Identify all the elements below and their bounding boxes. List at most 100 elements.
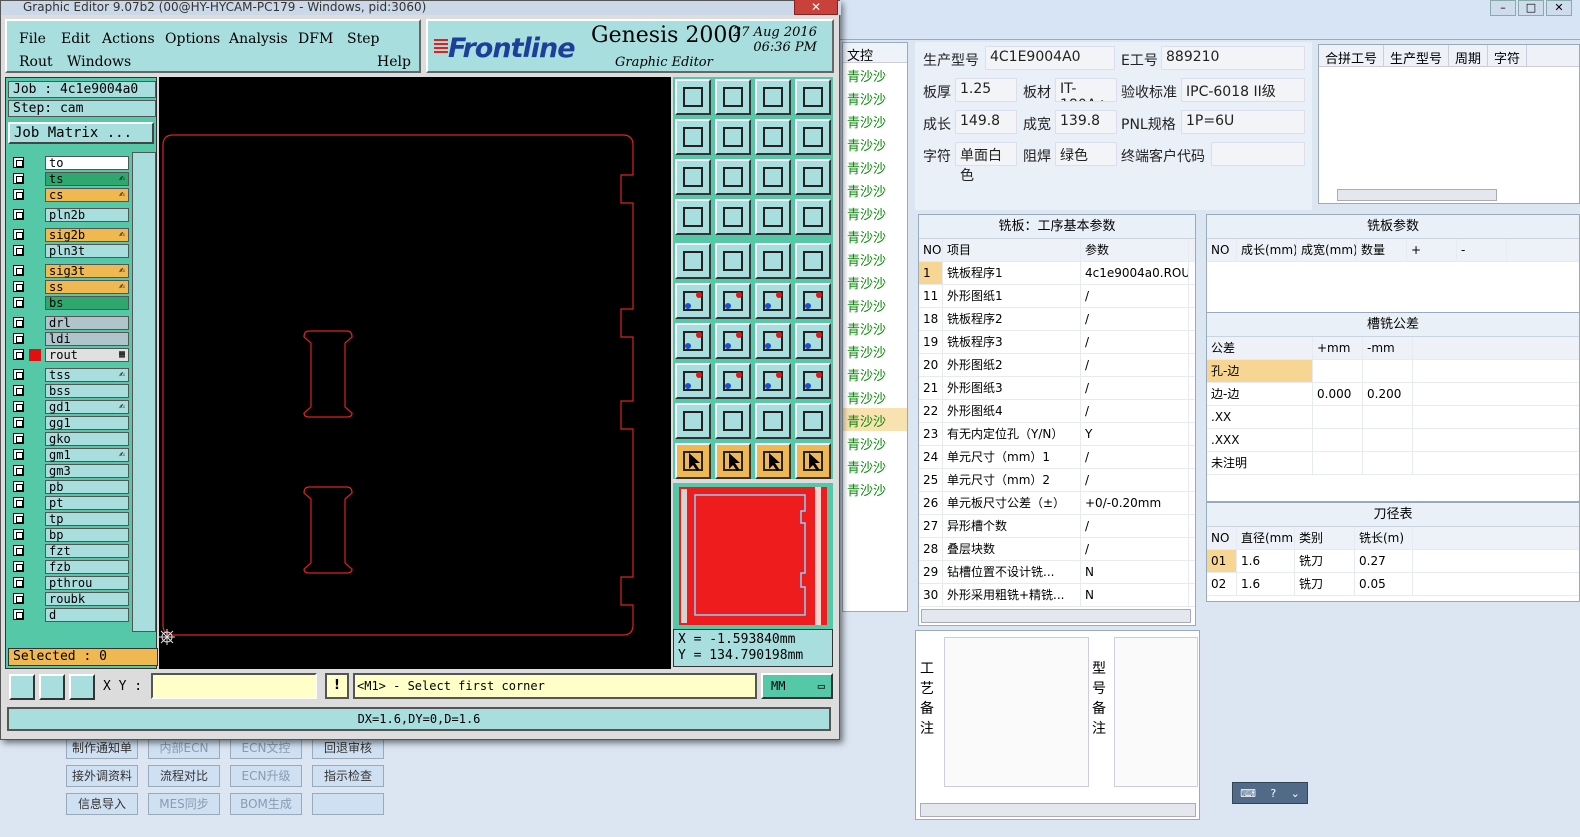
remarks-hscrollbar[interactable]: [920, 803, 1196, 817]
table-row[interactable]: 25 单元尺寸（mm）2/: [919, 469, 1195, 492]
customer-code-field[interactable]: [1211, 142, 1305, 166]
table-row[interactable]: 孔-边: [1207, 360, 1579, 383]
ptr3-tool-icon[interactable]: [755, 443, 791, 479]
probe-tool-icon[interactable]: [715, 199, 751, 235]
mill-hscrollbar[interactable]: [921, 609, 1191, 623]
layer-row[interactable]: tss ✍: [11, 368, 131, 382]
layer-scrollbar[interactable]: [132, 152, 156, 632]
layer-name[interactable]: gm3: [45, 464, 129, 478]
layer-checkbox[interactable]: [13, 209, 24, 220]
table-row[interactable]: 18 铣板程序2/: [919, 308, 1195, 331]
layer-name[interactable]: gg1: [45, 416, 129, 430]
units-selector[interactable]: MM ▭: [761, 673, 833, 699]
material-field[interactable]: IT-180A+: [1055, 78, 1117, 102]
layer-checkbox[interactable]: [13, 189, 24, 200]
menu-windows[interactable]: Windows: [67, 54, 131, 70]
model-remark-textarea[interactable]: [1114, 637, 1198, 787]
menu-help[interactable]: Help: [377, 54, 411, 70]
layer-row[interactable]: cs ✍: [11, 188, 131, 202]
layer-row[interactable]: roubk: [11, 592, 131, 606]
layer-name[interactable]: gd1 ✍: [45, 400, 129, 414]
merge-col-header[interactable]: 字符: [1488, 45, 1528, 67]
layer-row[interactable]: pln2b: [11, 208, 131, 222]
layer-name[interactable]: tss ✍: [45, 368, 129, 382]
column-header[interactable]: 成宽(mm): [1297, 239, 1357, 261]
layer-row[interactable]: tp: [11, 512, 131, 526]
table-row[interactable]: 30 外形采用粗铣+精铣... N: [919, 584, 1195, 607]
layer-name[interactable]: bss: [45, 384, 129, 398]
table-row[interactable]: 22 外形图纸4/: [919, 400, 1195, 423]
layer-checkbox[interactable]: [13, 513, 24, 524]
table-row[interactable]: 20 外形图纸2/: [919, 354, 1195, 377]
merge-col-header[interactable]: 周期: [1449, 45, 1489, 67]
layer-checkbox[interactable]: [13, 385, 24, 396]
table-row[interactable]: .XXX: [1207, 429, 1579, 452]
sel2-tool-icon[interactable]: [795, 363, 831, 399]
layer-name[interactable]: ts ✍: [45, 172, 129, 186]
layers-tool-icon[interactable]: [755, 199, 791, 235]
layer-row[interactable]: rout ▦: [11, 348, 131, 362]
xy-input[interactable]: [151, 673, 317, 699]
layer-row[interactable]: fzb: [11, 560, 131, 574]
layer-row[interactable]: gm3: [11, 464, 131, 478]
layer-row[interactable]: ldi: [11, 332, 131, 346]
line-tool-icon[interactable]: [715, 323, 751, 359]
layer-name[interactable]: ldi: [45, 332, 129, 346]
poly-tool-icon[interactable]: [715, 243, 751, 279]
scale-tool-icon[interactable]: [755, 159, 791, 195]
menu-options[interactable]: Options: [165, 31, 220, 47]
table-row[interactable]: 23 有无内定位孔（Y/N） Y: [919, 423, 1195, 446]
layer-checkbox[interactable]: [13, 157, 24, 168]
layer-row[interactable]: to: [11, 156, 131, 170]
layer-name[interactable]: tp: [45, 512, 129, 526]
maximize-icon[interactable]: □: [1518, 0, 1544, 16]
action-button[interactable]: 内部ECN: [148, 737, 220, 759]
column-header[interactable]: +: [1407, 239, 1457, 261]
action-button[interactable]: 流程对比: [148, 765, 220, 787]
action-button[interactable]: ECN升级: [230, 765, 302, 787]
column-header[interactable]: 公差: [1207, 337, 1313, 359]
legend-field[interactable]: 单面白色: [955, 142, 1017, 184]
column-header[interactable]: 直径(mm): [1237, 527, 1295, 549]
props-tool-icon[interactable]: [675, 199, 711, 235]
layer-name[interactable]: d: [45, 608, 129, 622]
layer-name[interactable]: to: [45, 156, 129, 170]
layer-row[interactable]: ts ✍: [11, 172, 131, 186]
layer-row[interactable]: sig2b ✍: [11, 228, 131, 242]
action-button[interactable]: 回退审核: [312, 737, 384, 759]
menu-rout[interactable]: Rout: [19, 54, 53, 70]
length-field[interactable]: 149.8: [955, 110, 1017, 134]
table-row[interactable]: 21 外形图纸3/: [919, 377, 1195, 400]
layer-name[interactable]: drl: [45, 316, 129, 330]
column-header[interactable]: 项目: [943, 239, 1081, 261]
table-row[interactable]: 未注明: [1207, 452, 1579, 475]
table-row[interactable]: .XX: [1207, 406, 1579, 429]
scale2-tool-icon[interactable]: [755, 363, 791, 399]
home-tool-icon[interactable]: [755, 79, 791, 115]
layers2-tool-icon[interactable]: [795, 199, 831, 235]
layer-row[interactable]: d: [11, 608, 131, 622]
menu-analysis[interactable]: Analysis: [229, 31, 288, 47]
layer-checkbox[interactable]: [13, 265, 24, 276]
model-field[interactable]: 4C1E9004A0: [985, 46, 1115, 70]
layer-checkbox[interactable]: [13, 317, 24, 328]
column-header[interactable]: 数量: [1357, 239, 1407, 261]
help-icon[interactable]: ?: [1270, 787, 1276, 800]
column-header[interactable]: -: [1457, 239, 1507, 261]
thickness-field[interactable]: 1.25: [955, 78, 1017, 102]
layer-checkbox[interactable]: [13, 401, 24, 412]
pad-tool-icon[interactable]: [675, 363, 711, 399]
load-tool-icon[interactable]: [715, 79, 751, 115]
cross-tool-icon[interactable]: [715, 283, 751, 319]
menu-edit[interactable]: Edit: [61, 31, 90, 47]
arrows-tool-icon[interactable]: [795, 323, 831, 359]
layer-row[interactable]: gko: [11, 432, 131, 446]
column-header[interactable]: +mm: [1313, 337, 1363, 359]
table-row[interactable]: 边-边 0.000 0.200: [1207, 383, 1579, 406]
column-header[interactable]: 成长(mm): [1237, 239, 1297, 261]
layer-row[interactable]: gd1 ✍: [11, 400, 131, 414]
layer-checkbox[interactable]: [13, 577, 24, 588]
minimize-icon[interactable]: –: [1490, 0, 1516, 16]
layer-row[interactable]: drl: [11, 316, 131, 330]
ptr-tool-icon[interactable]: [675, 443, 711, 479]
